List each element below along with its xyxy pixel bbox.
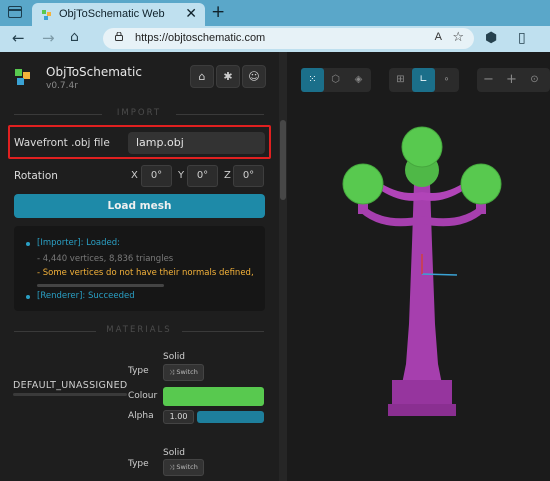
new-tab-button[interactable]: + [211, 2, 225, 22]
switch-label: Switch [176, 368, 198, 376]
switch-type-button-2[interactable]: ⤨ Switch [163, 459, 204, 476]
log-renderer-title: [Renderer]: Succeeded [37, 291, 135, 301]
rotation-x-input[interactable]: 0° [141, 165, 172, 187]
import-section-title: IMPORT [116, 108, 162, 118]
material-divider [13, 393, 127, 396]
alpha-input[interactable]: 1.00 [163, 410, 194, 424]
file-label: Wavefront .obj file [14, 137, 110, 149]
materials-section-title: MATERIALS [106, 325, 172, 335]
colour-label: Colour [128, 391, 158, 401]
zoom-in-icon[interactable]: + [500, 68, 523, 92]
switch-type-button[interactable]: ⤨ Switch [163, 364, 204, 381]
log-importer-title: [Importer]: Loaded: [37, 238, 121, 248]
log-output: [Importer]: Loaded: - 4,440 vertices, 8,… [14, 226, 265, 311]
switch-label-2: Switch [176, 463, 198, 471]
tab-close-icon[interactable]: ✕ [185, 6, 197, 22]
rotation-z-input[interactable]: 0° [233, 165, 264, 187]
log-scroll-indicator [37, 284, 164, 287]
axes-icon[interactable]: ∟ [412, 68, 435, 92]
camera-toolbar: − + ⊙ [477, 68, 550, 92]
colour-picker[interactable] [163, 387, 264, 406]
app-name: ObjToSchematic [46, 65, 142, 79]
dot-icon[interactable]: ∘ [435, 68, 458, 92]
import-section-header: IMPORT [14, 108, 264, 120]
obj-file-input[interactable]: lamp.obj [128, 132, 265, 154]
back-icon[interactable]: ← [12, 29, 25, 47]
browser-tab[interactable]: ObjToSchematic Web ✕ [32, 3, 205, 26]
extensions-icon[interactable]: ⬢ [485, 30, 497, 46]
panel-scroll-thumb[interactable] [280, 120, 286, 200]
browser-tab-bar: ObjToSchematic Web ✕ + [0, 0, 550, 26]
obj-file-value: lamp.obj [136, 136, 184, 149]
rotation-y-input[interactable]: 0° [187, 165, 218, 187]
url-text: https://objtoschematic.com [135, 32, 266, 44]
github-icon[interactable]: ⌂ [190, 65, 214, 88]
rotation-label: Rotation [14, 170, 58, 182]
material-type-value-2: Solid [163, 448, 185, 458]
forward-icon[interactable]: → [42, 29, 55, 47]
address-bar: ← → ⌂ https://objtoschematic.com A ☆ ⬢ ▯ [0, 26, 550, 52]
rotation-x-label: X [131, 170, 138, 181]
log-bullet [26, 295, 30, 299]
favorite-icon[interactable]: ☆ [452, 30, 464, 45]
app-logo-icon [15, 69, 30, 85]
lamp-mesh-render [342, 126, 502, 416]
alpha-slider[interactable] [197, 411, 264, 423]
material-name: DEFAULT_UNASSIGNED [13, 380, 128, 391]
bug-icon[interactable]: ✱ [216, 65, 240, 88]
lock-icon [115, 32, 123, 41]
center-icon[interactable]: ⊙ [523, 68, 546, 92]
panel-scrollbar[interactable] [279, 52, 287, 481]
material-type-label-2: Type [128, 459, 149, 469]
material-type-value: Solid [163, 352, 185, 362]
log-importer-detail: - 4,440 vertices, 8,836 triangles [37, 254, 174, 264]
split-screen-icon[interactable]: ▯ [518, 30, 526, 46]
materials-section-header: MATERIALS [14, 325, 264, 337]
zoom-out-icon[interactable]: − [477, 68, 500, 92]
tab-title: ObjToSchematic Web [59, 8, 165, 20]
tab-favicon-icon [42, 10, 51, 20]
voxel-icon[interactable]: ◈ [347, 68, 370, 92]
read-aloud-icon[interactable]: A [435, 31, 442, 43]
home-icon[interactable]: ⌂ [70, 29, 79, 45]
material-type-label: Type [128, 366, 149, 376]
rotation-z-label: Z [224, 170, 231, 181]
log-bullet [26, 242, 30, 246]
view-mode-toolbar: ⁙ ⬡ ◈ [301, 68, 371, 92]
render-viewport[interactable]: ⁙ ⬡ ◈ ⊞ ∟ ∘ − + ⊙ [287, 52, 550, 481]
log-importer-warning: - Some vertices do not have their normal… [37, 268, 254, 278]
helpers-toolbar: ⊞ ∟ ∘ [389, 68, 459, 92]
alpha-label: Alpha [128, 411, 154, 421]
window-menu-icon[interactable] [8, 6, 22, 18]
url-field[interactable]: https://objtoschematic.com A ☆ [103, 28, 474, 49]
app-version: v0.7.4r [46, 81, 78, 91]
rotation-y-label: Y [178, 170, 185, 181]
discord-icon[interactable]: ☺ [242, 65, 266, 88]
load-mesh-button[interactable]: Load mesh [14, 194, 265, 218]
settings-panel: ObjToSchematic v0.7.4r ⌂ ✱ ☺ IMPORT Wave… [0, 52, 278, 481]
point-cloud-icon[interactable]: ⁙ [301, 68, 324, 92]
mesh-icon[interactable]: ⬡ [324, 68, 347, 92]
grid-icon[interactable]: ⊞ [389, 68, 412, 92]
